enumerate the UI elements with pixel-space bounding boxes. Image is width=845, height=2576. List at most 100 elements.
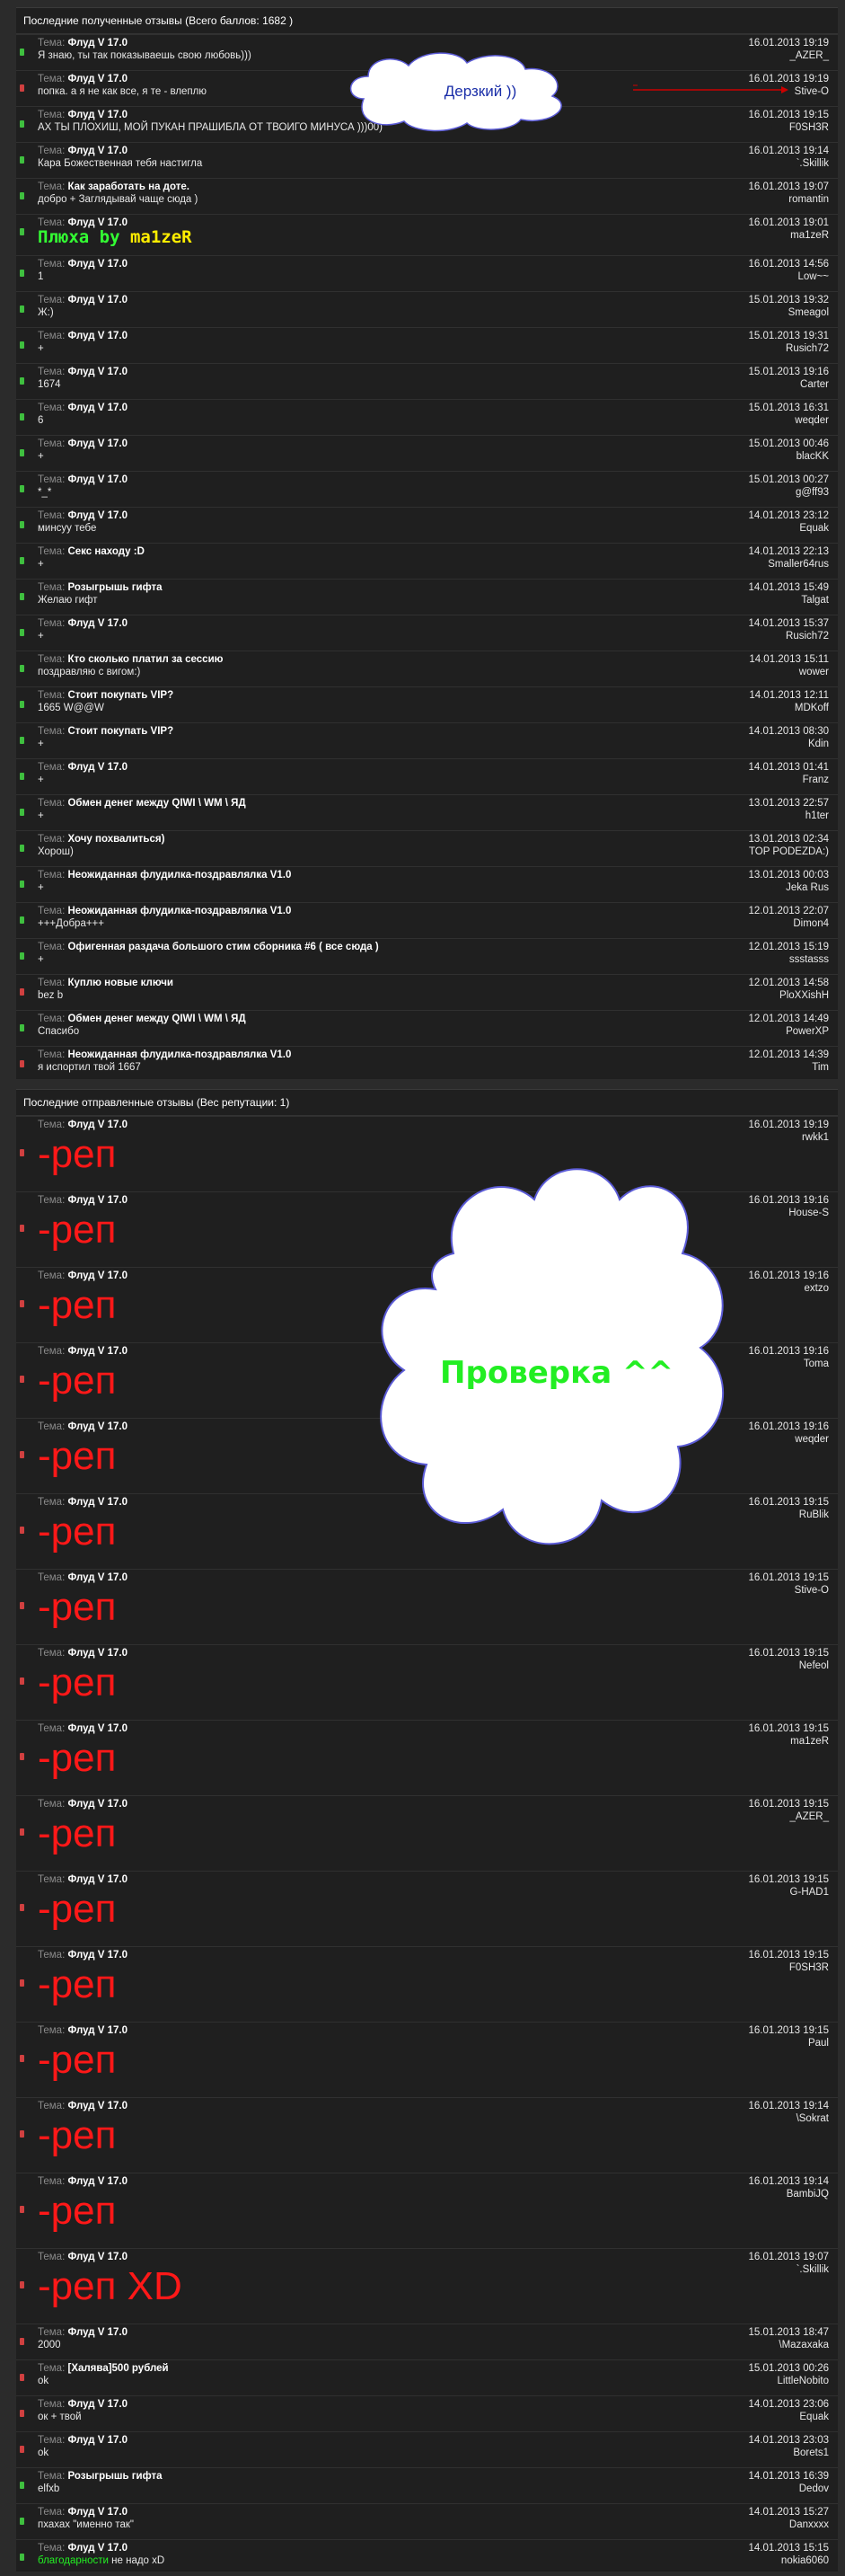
feedback-user-link[interactable]: weqder: [795, 415, 829, 426]
feedback-user-link[interactable]: \Sokrat: [797, 2113, 829, 2124]
feedback-user-link[interactable]: _AZER_: [790, 1811, 829, 1822]
feedback-user-link[interactable]: Toma: [804, 1359, 829, 1369]
feedback-user-link[interactable]: Smaller64rus: [768, 559, 829, 570]
feedback-user-link[interactable]: g@ff93: [796, 487, 829, 498]
topic-link[interactable]: Флуд V 17.0: [67, 1799, 128, 1810]
topic-link[interactable]: Флуд V 17.0: [67, 1572, 128, 1583]
feedback-user-link[interactable]: h1ter: [805, 810, 829, 821]
topic-link[interactable]: Флуд V 17.0: [67, 2543, 128, 2554]
feedback-user-link[interactable]: Equak: [799, 523, 829, 534]
topic-link[interactable]: Флуд V 17.0: [67, 1497, 128, 1508]
feedback-user-link[interactable]: blacKK: [797, 451, 829, 462]
topic-link[interactable]: Флуд V 17.0: [67, 331, 128, 341]
topic-link[interactable]: Обмен денег между QIWI \ WM \ ЯД: [67, 798, 245, 809]
feedback-user-link[interactable]: \Mazaxaka: [779, 2340, 829, 2350]
feedback-user-link[interactable]: Tim: [812, 1062, 829, 1073]
feedback-user-link[interactable]: TOP PODEZDA:): [749, 846, 829, 857]
feedback-user-link[interactable]: Rusich72: [786, 343, 829, 354]
feedback-user-link[interactable]: `.Skillik: [797, 2264, 829, 2275]
topic-link[interactable]: Офигенная раздача большого стим сборника…: [67, 942, 378, 952]
topic-link[interactable]: Обмен денег между QIWI \ WM \ ЯД: [67, 1014, 245, 1024]
feedback-user-link[interactable]: romantin: [788, 194, 829, 205]
feedback-user-link[interactable]: Jeka Rus: [786, 882, 829, 893]
topic-link[interactable]: Флуд V 17.0: [67, 2176, 128, 2187]
topic-link[interactable]: Секс находу :D: [67, 546, 144, 557]
feedback-user-link[interactable]: Kdin: [808, 739, 829, 749]
feedback-user-link[interactable]: Equak: [799, 2412, 829, 2422]
feedback-user-link[interactable]: BambiJQ: [787, 2189, 829, 2200]
feedback-user-link[interactable]: Stive-O: [795, 86, 829, 97]
topic-link[interactable]: Флуд V 17.0: [67, 2507, 128, 2518]
topic-link[interactable]: Розыгрышь гифта: [67, 2471, 162, 2482]
topic-link[interactable]: Флуд V 17.0: [67, 1120, 128, 1130]
topic-link[interactable]: Флуд V 17.0: [67, 110, 128, 120]
feedback-user-link[interactable]: ma1zeR: [790, 1736, 829, 1747]
feedback-user-link[interactable]: Franz: [803, 775, 829, 785]
topic-link[interactable]: Флуд V 17.0: [67, 1648, 128, 1659]
feedback-user-link[interactable]: Carter: [800, 379, 829, 390]
topic-link[interactable]: Флуд V 17.0: [67, 2252, 128, 2262]
topic-link[interactable]: Флуд V 17.0: [67, 2101, 128, 2111]
topic-link[interactable]: Флуд V 17.0: [67, 1723, 128, 1734]
feedback-user-link[interactable]: RuBlik: [799, 1509, 829, 1520]
feedback-user-link[interactable]: nokia6060: [781, 2555, 829, 2566]
topic-link[interactable]: Флуд V 17.0: [67, 1195, 128, 1206]
feedback-user-link[interactable]: `.Skillik: [797, 158, 829, 169]
topic-link[interactable]: Стоит покупать VIP?: [67, 726, 173, 737]
feedback-user-link[interactable]: rwkk1: [802, 1132, 829, 1143]
feedback-user-link[interactable]: Smeagol: [788, 307, 829, 318]
feedback-user-link[interactable]: Borets1: [793, 2448, 829, 2458]
topic-link[interactable]: Неожиданная флудилка-поздравлялка V1.0: [67, 906, 291, 916]
topic-link[interactable]: Флуд V 17.0: [67, 618, 128, 629]
topic-link[interactable]: [Халява]500 рублей: [67, 2363, 168, 2374]
feedback-user-link[interactable]: Stive-O: [795, 1585, 829, 1596]
topic-link[interactable]: Куплю новые ключи: [67, 978, 172, 988]
topic-link[interactable]: Неожиданная флудилка-поздравлялка V1.0: [67, 1049, 291, 1060]
feedback-user-link[interactable]: Low~~: [797, 271, 829, 282]
feedback-user-link[interactable]: G-HAD1: [790, 1887, 829, 1898]
feedback-user-link[interactable]: PloXXishH: [779, 990, 829, 1001]
topic-link[interactable]: Неожиданная флудилка-поздравлялка V1.0: [67, 870, 291, 881]
topic-link[interactable]: Флуд V 17.0: [67, 1270, 128, 1281]
feedback-user-link[interactable]: ssstasss: [789, 954, 829, 965]
feedback-user-link[interactable]: House-S: [788, 1208, 829, 1218]
topic-link[interactable]: Флуд V 17.0: [67, 762, 128, 773]
topic-link[interactable]: Флуд V 17.0: [67, 74, 128, 84]
feedback-user-link[interactable]: Paul: [808, 2038, 829, 2049]
topic-link[interactable]: Флуд V 17.0: [67, 1421, 128, 1432]
topic-link[interactable]: Кто сколько платил за сессию: [67, 654, 223, 665]
topic-link[interactable]: Флуд V 17.0: [67, 474, 128, 485]
feedback-user-link[interactable]: F0SH3R: [789, 122, 829, 133]
feedback-user-link[interactable]: MDKoff: [795, 703, 829, 713]
topic-link[interactable]: Флуд V 17.0: [67, 2327, 128, 2338]
topic-link[interactable]: Флуд V 17.0: [67, 438, 128, 449]
topic-link[interactable]: Розыгрышь гифта: [67, 582, 162, 593]
feedback-user-link[interactable]: Dimon4: [793, 918, 829, 929]
feedback-user-link[interactable]: ma1zeR: [790, 230, 829, 241]
feedback-user-link[interactable]: PowerXP: [786, 1026, 829, 1037]
feedback-user-link[interactable]: F0SH3R: [789, 1962, 829, 1973]
topic-link[interactable]: Флуд V 17.0: [67, 1346, 128, 1357]
topic-link[interactable]: Флуд V 17.0: [67, 510, 128, 521]
feedback-user-link[interactable]: weqder: [795, 1434, 829, 1445]
topic-link[interactable]: Флуд V 17.0: [67, 295, 128, 305]
topic-link[interactable]: Флуд V 17.0: [67, 38, 128, 49]
topic-link[interactable]: Флуд V 17.0: [67, 2399, 128, 2410]
feedback-user-link[interactable]: _AZER_: [790, 50, 829, 61]
feedback-user-link[interactable]: Rusich72: [786, 631, 829, 642]
feedback-user-link[interactable]: LittleNobito: [777, 2376, 829, 2386]
feedback-user-link[interactable]: Danxxxx: [789, 2519, 829, 2530]
topic-link[interactable]: Стоит покупать VIP?: [67, 690, 173, 701]
topic-link[interactable]: Хочу похвалиться): [67, 834, 164, 845]
topic-link[interactable]: Флуд V 17.0: [67, 259, 128, 270]
topic-link[interactable]: Флуд V 17.0: [67, 1874, 128, 1885]
topic-link[interactable]: Как заработать на доте.: [67, 181, 189, 192]
feedback-user-link[interactable]: Talgat: [801, 595, 829, 606]
feedback-user-link[interactable]: extzo: [805, 1283, 830, 1294]
topic-link[interactable]: Флуд V 17.0: [67, 146, 128, 156]
topic-link[interactable]: Флуд V 17.0: [67, 2435, 128, 2446]
topic-link[interactable]: Флуд V 17.0: [67, 367, 128, 377]
topic-link[interactable]: Флуд V 17.0: [67, 403, 128, 413]
feedback-user-link[interactable]: Dedov: [799, 2483, 829, 2494]
feedback-user-link[interactable]: wower: [799, 667, 829, 677]
